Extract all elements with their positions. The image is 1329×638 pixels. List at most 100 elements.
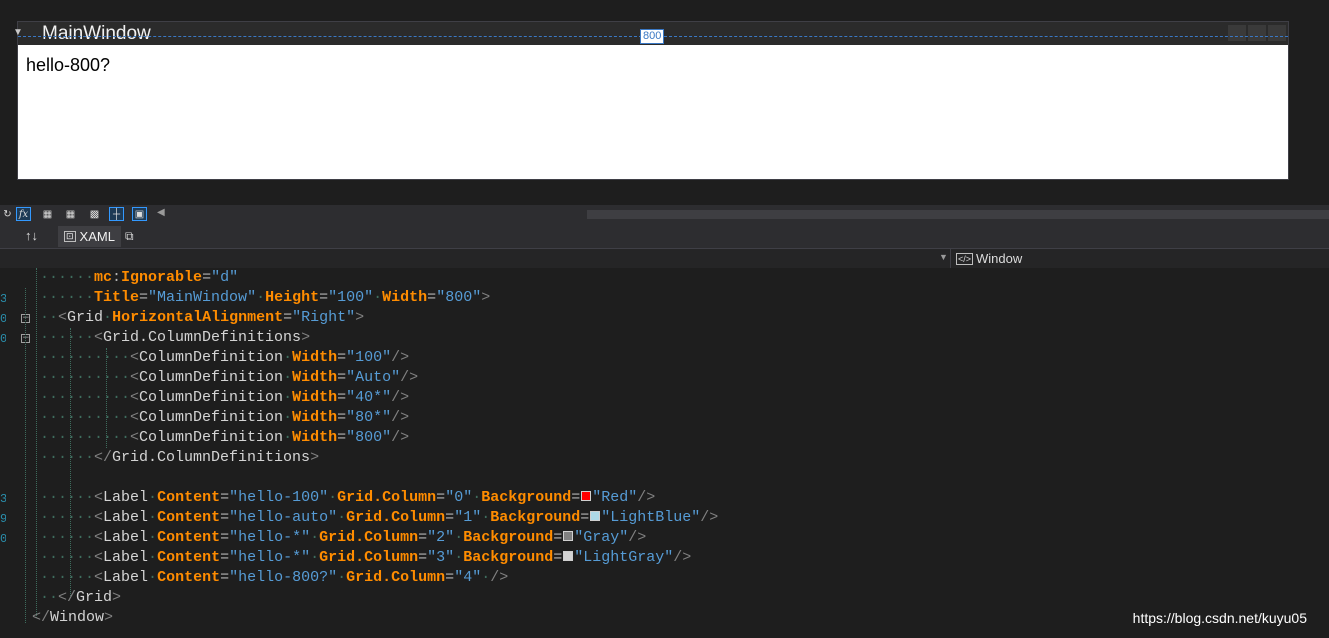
code-line[interactable]: ······<Label·Content="hello-*"·Grid.Colu… [40, 548, 691, 568]
code-token: > [481, 289, 491, 306]
line-number: 3 [0, 492, 6, 506]
code-token: Content [157, 549, 221, 566]
color-swatch[interactable] [581, 491, 592, 502]
code-line[interactable]: ······<Label·Content="hello-100"·Grid.Co… [40, 488, 655, 508]
maximize-icon [1248, 25, 1266, 41]
code-token: Grid.Column [337, 489, 437, 506]
refresh-icon[interactable]: ↻ [0, 207, 15, 221]
snap-grid-icon[interactable]: ▦ [63, 207, 78, 221]
code-token: Grid.Column [319, 529, 419, 546]
code-line[interactable]: ··········<ColumnDefinition·Width="80*"/… [40, 408, 409, 428]
snap-lines-icon[interactable]: ┼ [109, 207, 124, 221]
fold-guide [25, 288, 26, 623]
code-token: Background [490, 509, 581, 526]
code-token: ColumnDefinition [139, 369, 284, 386]
code-line[interactable]: ······mc:Ignorable="d" [40, 268, 238, 288]
code-token: · [472, 489, 482, 506]
code-line[interactable]: ··········<ColumnDefinition·Width="Auto"… [40, 368, 418, 388]
window-controls [1228, 25, 1286, 41]
code-token: "Right" [292, 309, 356, 326]
code-token: · [148, 509, 158, 526]
code-token: Grid.ColumnDefinitions [112, 449, 311, 466]
code-token: ·········· [40, 369, 131, 386]
horizontal-scrollbar[interactable] [587, 210, 1329, 219]
scroll-left-icon[interactable]: ◀ [157, 207, 165, 218]
code-token: "800" [346, 429, 392, 446]
code-token: = [445, 569, 455, 586]
code-token: </ [58, 589, 77, 606]
code-line[interactable]: ······</Grid.ColumnDefinitions> [40, 448, 319, 468]
dimension-marker-icon[interactable]: ▼ [13, 27, 23, 38]
code-line[interactable]: ······<Label·Content="hello-*"·Grid.Colu… [40, 528, 646, 548]
color-swatch[interactable] [563, 531, 574, 542]
width-badge[interactable]: 800 [640, 29, 665, 44]
code-token: < [94, 489, 104, 506]
code-token: · [481, 569, 491, 586]
device-icon[interactable]: ▣ [132, 207, 147, 221]
code-line[interactable]: ······Title="MainWindow"·Height="100"·Wi… [40, 288, 490, 308]
code-token: "100" [328, 289, 374, 306]
code-token: "hello-800?" [229, 569, 338, 586]
code-token: < [94, 549, 104, 566]
close-icon [1268, 25, 1286, 41]
fx-icon[interactable]: fx [16, 207, 31, 221]
code-token: ······ [40, 569, 95, 586]
code-token: Grid.ColumnDefinitions [103, 329, 302, 346]
swap-panes-icon[interactable]: ↑↓ [25, 228, 38, 243]
tab-xaml-label: XAML [79, 229, 115, 244]
code-token: · [454, 529, 464, 546]
code-token: ·········· [40, 409, 131, 426]
code-token: = [319, 289, 329, 306]
code-token: ColumnDefinition [139, 349, 284, 366]
code-token: ColumnDefinition [139, 409, 284, 426]
code-line[interactable]: ··<Grid·HorizontalAlignment="Right"> [40, 308, 364, 328]
code-token: = [445, 509, 455, 526]
color-swatch[interactable] [590, 511, 601, 522]
code-token: = [220, 549, 230, 566]
designer-surface[interactable]: MainWindow hello-800? ▼ 800 [0, 0, 1329, 205]
code-token: Width [292, 409, 338, 426]
code-line[interactable]: ··········<ColumnDefinition·Width="800"/… [40, 428, 409, 448]
window-content[interactable]: hello-800? [18, 45, 1288, 179]
code-token: · [283, 409, 293, 426]
design-window-preview[interactable]: MainWindow hello-800? [17, 21, 1289, 180]
element-selector[interactable]: </> Window [956, 250, 1022, 267]
code-line[interactable]: ······<Label·Content="hello-auto"·Grid.C… [40, 508, 718, 528]
color-swatch[interactable] [563, 551, 574, 562]
code-token: < [130, 409, 140, 426]
grid-icon[interactable]: ▦ [40, 207, 55, 221]
code-editor[interactable]: 300390 − − ······mc:Ignorable="d" ······T… [0, 268, 1329, 638]
code-token: > [301, 329, 311, 346]
code-token: mc [94, 269, 113, 286]
line-number: 0 [0, 332, 6, 346]
code-token: · [337, 569, 347, 586]
code-token: Width [292, 349, 338, 366]
code-line[interactable]: ··········<ColumnDefinition·Width="40*"/… [40, 388, 409, 408]
code-line[interactable]: ······<Label·Content="hello-800?"·Grid.C… [40, 568, 508, 588]
code-token: · [148, 549, 158, 566]
code-token: = [418, 529, 428, 546]
code-token: Content [157, 509, 221, 526]
line-number-gutter: 3 0 0 3 9 0 [0, 268, 14, 638]
code-line[interactable]: ······<Grid.ColumnDefinitions> [40, 328, 310, 348]
code-line[interactable]: ··········<ColumnDefinition·Width="100"/… [40, 348, 409, 368]
code-token: < [130, 429, 140, 446]
tab-xaml[interactable]: ⊡ XAML [58, 226, 121, 247]
code-token: Grid.Column [346, 509, 446, 526]
code-token: · [373, 289, 383, 306]
checkerboard-icon[interactable]: ▩ [87, 207, 102, 221]
window-element-icon: </> [956, 252, 974, 265]
popout-icon[interactable]: ⧉ [125, 229, 134, 244]
code-line[interactable]: ··</Grid> [40, 588, 121, 608]
code-token: /> [628, 529, 647, 546]
chevron-down-icon[interactable]: ▼ [939, 252, 948, 262]
code-line[interactable]: </Window> [32, 608, 113, 628]
code-token: /> [700, 509, 719, 526]
code-token: "100" [346, 349, 392, 366]
code-token: Content [157, 529, 221, 546]
code-token: /> [391, 429, 410, 446]
code-token: = [580, 509, 590, 526]
code-token: = [436, 489, 446, 506]
content-label[interactable]: hello-800? [26, 55, 110, 76]
code-token: "hello-auto" [229, 509, 338, 526]
